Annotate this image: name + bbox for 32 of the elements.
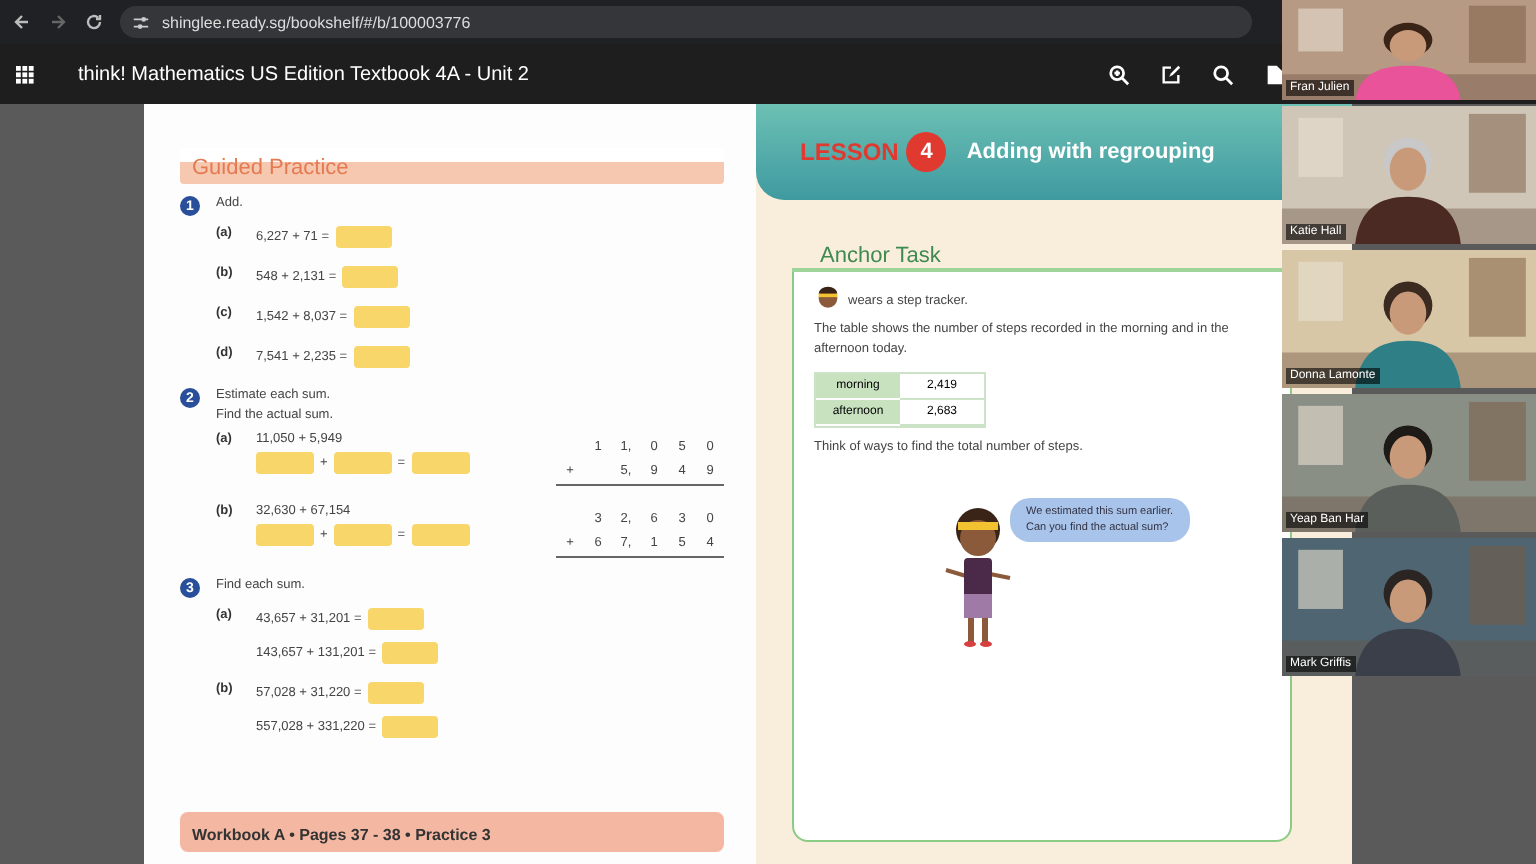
- search-icon[interactable]: [1212, 63, 1234, 85]
- back-icon[interactable]: [12, 12, 32, 32]
- apps-grid-icon[interactable]: [16, 65, 34, 83]
- answer-box[interactable]: [353, 346, 410, 368]
- workbook-reference: Workbook A • Pages 37 - 38 • Practice 3: [192, 826, 491, 844]
- answer-box[interactable]: [367, 608, 424, 630]
- answer-box[interactable]: [335, 226, 392, 248]
- answer-box[interactable]: [367, 682, 424, 704]
- zoom-in-icon[interactable]: [1108, 63, 1130, 85]
- answer-box[interactable]: [256, 452, 314, 474]
- site-settings-icon[interactable]: [132, 13, 150, 31]
- head-icon: [814, 284, 842, 308]
- book-title: think! Mathematics US Edition Textbook 4A - Unit 2: [78, 63, 529, 85]
- forward-icon[interactable]: [48, 12, 68, 32]
- lesson-label: LESSON: [800, 138, 899, 166]
- address-bar[interactable]: shinglee.ready.sg/bookshelf/#/b/100003776: [120, 6, 1252, 38]
- answer-box[interactable]: [342, 266, 399, 288]
- answer-box[interactable]: [382, 716, 439, 738]
- answer-box[interactable]: [382, 642, 439, 664]
- answer-box[interactable]: [411, 452, 470, 474]
- edit-icon[interactable]: [1160, 63, 1182, 85]
- answer-box[interactable]: [333, 452, 392, 474]
- url-text: shinglee.ready.sg/bookshelf/#/b/100003776: [162, 13, 471, 31]
- reload-icon[interactable]: [84, 12, 104, 32]
- answer-box[interactable]: [256, 524, 314, 546]
- section-heading: Guided Practice: [192, 156, 349, 180]
- answer-box[interactable]: [353, 306, 410, 328]
- answer-box[interactable]: [333, 524, 392, 546]
- lesson-number: 4: [906, 132, 947, 172]
- lesson-title: Adding with regrouping: [966, 140, 1215, 164]
- answer-box[interactable]: [411, 524, 470, 546]
- document-icon[interactable]: [1264, 63, 1286, 85]
